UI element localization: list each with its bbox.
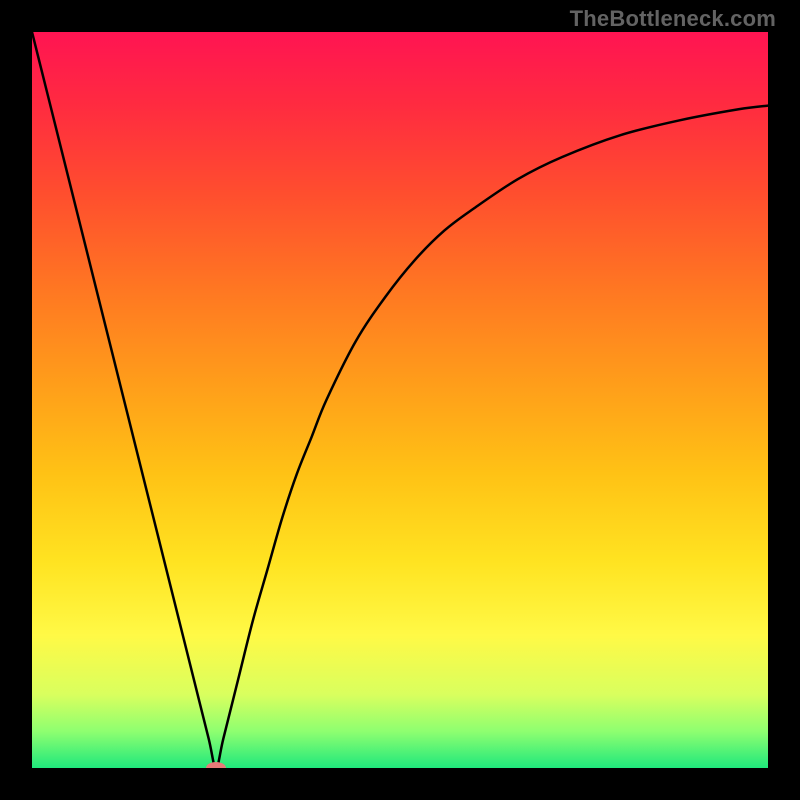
- bottleneck-curve: [32, 32, 768, 768]
- watermark-text: TheBottleneck.com: [570, 6, 776, 32]
- chart-frame: { "watermark": "TheBottleneck.com", "col…: [0, 0, 800, 800]
- curve-layer: [32, 32, 768, 768]
- plot-area: [32, 32, 768, 768]
- min-point-marker: [206, 762, 226, 768]
